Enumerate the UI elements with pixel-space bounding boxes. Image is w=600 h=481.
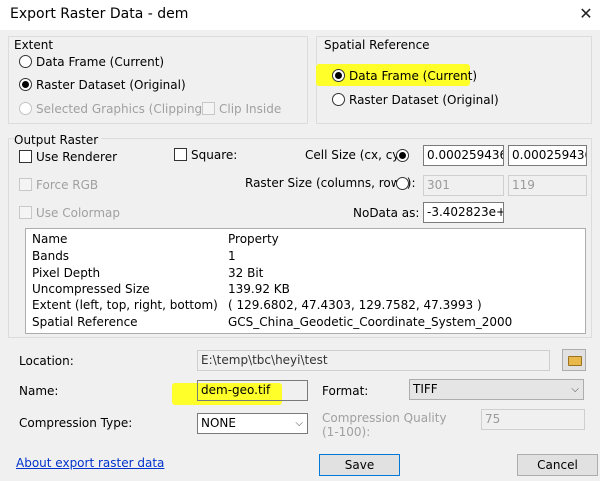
about-export-link[interactable]: About export raster data [16,456,164,470]
folder-icon [568,356,582,366]
sr-data-frame-label[interactable]: Data Frame (Current) [349,69,477,83]
property-row-value: 1 [228,249,236,263]
sr-raster-dataset-label[interactable]: Raster Dataset (Original) [349,93,499,107]
extent-label: Extent [14,38,54,52]
window-title: Export Raster Data - dem [10,6,189,22]
property-row-name: Uncompressed Size [32,282,150,296]
compression-quality-label: Compression Quality [322,411,447,425]
name-input[interactable]: dem-geo.tif [197,380,308,401]
extent-selected-graphics-label[interactable]: Selected Graphics (Clipping) [36,102,207,116]
clip-inside-checkbox[interactable] [202,102,215,115]
name-input-text: dem-geo.tif [201,383,271,397]
extent-raster-dataset-label[interactable]: Raster Dataset (Original) [36,78,186,92]
property-row-value: 32 Bit [228,266,264,280]
chevron-down-icon: ⌵ [571,384,579,395]
compression-quality-range-label: (1-100): [322,425,371,439]
property-row-value: ( 129.6802, 47.4303, 129.7582, 47.3993 ) [228,298,482,312]
name-label: Name: [19,384,59,398]
close-icon[interactable]: ✕ [575,2,597,26]
extent-data-frame-label[interactable]: Data Frame (Current) [36,55,164,69]
columns-input[interactable]: 301 [423,175,504,196]
force-rgb-checkbox[interactable] [19,178,32,191]
raster-size-label: Raster Size (columns, rows): [245,176,416,190]
cancel-button[interactable]: Cancel [517,454,598,476]
format-select[interactable]: TIFF ⌵ [409,379,584,400]
location-label: Location: [19,354,74,368]
rows-input[interactable]: 119 [508,175,587,196]
spatial-reference-label: Spatial Reference [324,38,430,52]
format-label: Format: [322,384,369,398]
cell-size-y-input[interactable]: 0.00025943658 [508,145,587,166]
compression-quality-input[interactable]: 75 [481,409,585,430]
nodata-label: NoData as: [353,206,420,220]
format-select-value: TIFF [413,382,438,396]
use-colormap-checkbox[interactable] [19,206,32,219]
cell-size-x-input[interactable]: 0.00025943658 [423,145,504,166]
compression-type-label: Compression Type: [19,416,133,430]
property-row-name: Bands [32,249,70,263]
property-header-name: Name [32,232,68,246]
save-button[interactable]: Save [319,454,400,476]
use-renderer-label[interactable]: Use Renderer [36,150,117,164]
property-row-name: Spatial Reference [32,315,138,329]
extent-data-frame-radio[interactable] [19,55,32,68]
property-header-value: Property [228,232,279,246]
nodata-input[interactable]: -3.402823e+038 [423,202,504,223]
extent-selected-graphics-radio[interactable] [19,102,32,115]
property-row-name: Extent (left, top, right, bottom) [32,298,218,312]
compression-type-select[interactable]: NONE ⌵ [197,413,308,434]
use-colormap-label[interactable]: Use Colormap [36,206,120,220]
output-raster-label: Output Raster [14,133,102,147]
square-label[interactable]: Square: [191,148,237,162]
property-row-name: Pixel Depth [32,266,101,280]
clip-inside-label[interactable]: Clip Inside [219,102,281,116]
force-rgb-label[interactable]: Force RGB [36,178,98,192]
cell-size-radio[interactable] [396,149,409,162]
raster-size-radio[interactable] [396,177,409,190]
browse-folder-button[interactable] [562,349,586,371]
chevron-down-icon: ⌵ [295,418,303,429]
sr-data-frame-radio[interactable] [332,69,345,82]
extent-raster-dataset-radio[interactable] [19,78,32,91]
sr-raster-dataset-radio[interactable] [332,93,345,106]
property-row-value: 139.92 KB [228,282,290,296]
property-row-value: GCS_China_Geodetic_Coordinate_System_200… [228,315,513,329]
location-input[interactable]: E:\temp\tbc\heyi\test [197,350,550,371]
compression-type-value: NONE [201,416,236,430]
square-checkbox[interactable] [174,148,187,161]
cell-size-label: Cell Size (cx, cy): [305,148,409,162]
use-renderer-checkbox[interactable] [19,150,32,163]
